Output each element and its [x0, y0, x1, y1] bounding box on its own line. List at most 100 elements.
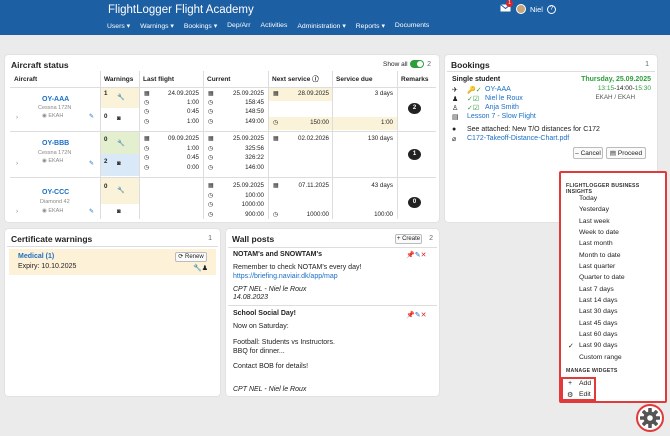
- service-due-value: 1:00: [380, 119, 393, 126]
- expand-chevron-icon[interactable]: ›: [16, 160, 18, 167]
- current-value: 148:59: [245, 108, 264, 115]
- avatar[interactable]: [516, 4, 526, 14]
- bookings-count: 1: [645, 61, 649, 68]
- cert-name[interactable]: Medical (1): [18, 253, 54, 260]
- clock-icon: ◷: [144, 99, 150, 106]
- post-link[interactable]: https://briefing.naviair.dk/app/map: [233, 273, 338, 280]
- service-due-days: 3 days: [374, 90, 393, 97]
- current-value: 1000:00: [241, 201, 264, 208]
- user-name[interactable]: Niel: [530, 5, 543, 14]
- proceed-button[interactable]: ▤ Proceed: [606, 147, 646, 159]
- attachment-link[interactable]: C172-Takeoff-Distance-Chart.pdf: [467, 135, 569, 142]
- booking-times: 13:15-14:00-15:30: [597, 85, 651, 92]
- panel-title: Certificate warnings: [11, 234, 93, 244]
- col-warnings: Warnings: [104, 76, 134, 83]
- menu-item-last-week[interactable]: Last week: [579, 218, 610, 225]
- edit-pencil-icon[interactable]: ✎: [89, 160, 94, 167]
- delete-icon[interactable]: ✕: [421, 252, 427, 259]
- last-flight-date: 09.09.2025: [168, 135, 199, 142]
- menu-item-last-7-days[interactable]: Last 7 days: [579, 286, 614, 293]
- menu-item-last-month[interactable]: Last month: [579, 240, 613, 247]
- nav-activities[interactable]: Activities: [261, 22, 288, 30]
- menu-item-quarter-to-date[interactable]: Quarter to date: [579, 274, 625, 281]
- last-flight-value: 0:45: [186, 108, 199, 115]
- nav-reports[interactable]: Reports ▾: [356, 22, 385, 30]
- wall-count: 2: [429, 235, 433, 242]
- calendar-icon: ▦: [273, 182, 279, 189]
- last-flight-value: 0:45: [186, 154, 199, 161]
- app-title[interactable]: FlightLogger Flight Academy: [108, 4, 254, 16]
- last-flight-value: 0:00: [186, 164, 199, 171]
- current-value: 149:00: [245, 118, 264, 125]
- renew-button[interactable]: ⟳ Renew: [175, 252, 207, 262]
- clock-icon: ◷: [208, 211, 214, 218]
- main-nav: Users ▾ Warnings ▾ Bookings ▾ Dep/Arr Ac…: [107, 22, 429, 30]
- nav-administration[interactable]: Administration ▾: [297, 22, 345, 30]
- remarks-bubble[interactable]: 1: [408, 149, 421, 160]
- menu-item-month-to-date[interactable]: Month to date: [579, 252, 621, 259]
- clock-icon: ◷: [208, 99, 214, 106]
- gauge-icon: ◙: [117, 160, 121, 167]
- menu-heading: FLIGHTLOGGER BUSINESS INSIGHTS: [566, 183, 640, 195]
- menu-item-last-14-days[interactable]: Last 14 days: [579, 297, 618, 304]
- aircraft-reg[interactable]: OY-BBB: [42, 140, 69, 147]
- list-item[interactable]: Medical (1) Expiry: 10.10.2025 ⟳ Renew 🔧…: [9, 249, 216, 275]
- booking-instructor[interactable]: Niel le Roux: [485, 95, 523, 102]
- nav-documents[interactable]: Documents: [395, 22, 429, 30]
- gauge-icon: ◙: [117, 208, 121, 215]
- check-icon: ✓: [568, 343, 574, 350]
- show-all-toggle[interactable]: [410, 60, 424, 68]
- warning-count: 0: [104, 136, 108, 143]
- menu-item-last-quarter[interactable]: Last quarter: [579, 263, 615, 270]
- pin-icon[interactable]: 📌: [406, 252, 415, 259]
- post-title: School Social Day!: [233, 310, 297, 317]
- remarks-bubble[interactable]: 0: [408, 197, 421, 208]
- pin-icon[interactable]: 📌: [406, 312, 415, 319]
- next-service-date: 28.09.2025: [298, 90, 329, 97]
- wrench-icon: 🔧: [117, 94, 125, 101]
- calendar-icon: ▦: [208, 182, 214, 189]
- next-service-date: 02.02.2026: [298, 135, 329, 142]
- booking-student[interactable]: Anja Smith: [485, 104, 519, 111]
- service-due-days: 43 days: [371, 182, 393, 189]
- expand-chevron-icon[interactable]: ›: [16, 114, 18, 121]
- nav-users[interactable]: Users ▾: [107, 22, 130, 30]
- post-author: CPT NEL - Niel le Roux: [233, 286, 307, 293]
- menu-item-week-to-date[interactable]: Week to date: [579, 229, 619, 236]
- aircraft-reg[interactable]: OY-AAA: [42, 96, 69, 103]
- delete-icon[interactable]: ✕: [421, 312, 427, 319]
- menu-item-custom-range[interactable]: Custom range: [579, 354, 622, 361]
- menu-item-today[interactable]: Today: [579, 195, 597, 202]
- clock-icon: ◷: [273, 119, 279, 126]
- nav-dep-arr[interactable]: Dep/Arr: [227, 22, 250, 30]
- aircraft-reg[interactable]: OY-CCC: [42, 189, 69, 196]
- col-current: Current: [207, 76, 231, 83]
- panel-title: Aircraft status: [11, 60, 69, 70]
- booking-lesson[interactable]: Lesson 7 - Slow Flight: [467, 113, 536, 120]
- cancel-button[interactable]: – Cancel: [573, 147, 603, 159]
- current-value: 900:00: [245, 211, 264, 218]
- nav-warnings[interactable]: Warnings ▾: [140, 22, 174, 30]
- menu-item-last-30-days[interactable]: Last 30 days: [579, 308, 618, 315]
- wrench-icon: 🔧: [117, 140, 125, 147]
- menu-item-last-45-days[interactable]: Last 45 days: [579, 320, 618, 327]
- mail-icon[interactable]: 1: [500, 0, 513, 14]
- aircraft-base: ◉ EKAH: [42, 113, 64, 119]
- certs-count: 1: [208, 235, 212, 242]
- menu-item-last-90-days[interactable]: Last 90 days: [579, 342, 618, 349]
- create-button[interactable]: + Create: [395, 234, 422, 244]
- menu-item-last-60-days[interactable]: Last 60 days: [579, 331, 618, 338]
- edit-pencil-icon[interactable]: ✎: [89, 113, 94, 120]
- booking-aircraft[interactable]: OY-AAA: [485, 86, 511, 93]
- edit-pencil-icon[interactable]: ✎: [89, 208, 94, 215]
- help-icon[interactable]: ?: [546, 4, 556, 14]
- remarks-bubble[interactable]: 2: [408, 103, 421, 114]
- expand-chevron-icon[interactable]: ›: [16, 208, 18, 215]
- status-icons: ✓☑: [467, 105, 480, 112]
- settings-gear-button[interactable]: [636, 404, 664, 432]
- menu-item-yesterday[interactable]: Yesterday: [579, 206, 609, 213]
- clock-icon: ◷: [208, 192, 214, 199]
- warning-count: 0: [104, 113, 108, 120]
- clock-icon: ◷: [144, 164, 150, 171]
- nav-bookings[interactable]: Bookings ▾: [184, 22, 217, 30]
